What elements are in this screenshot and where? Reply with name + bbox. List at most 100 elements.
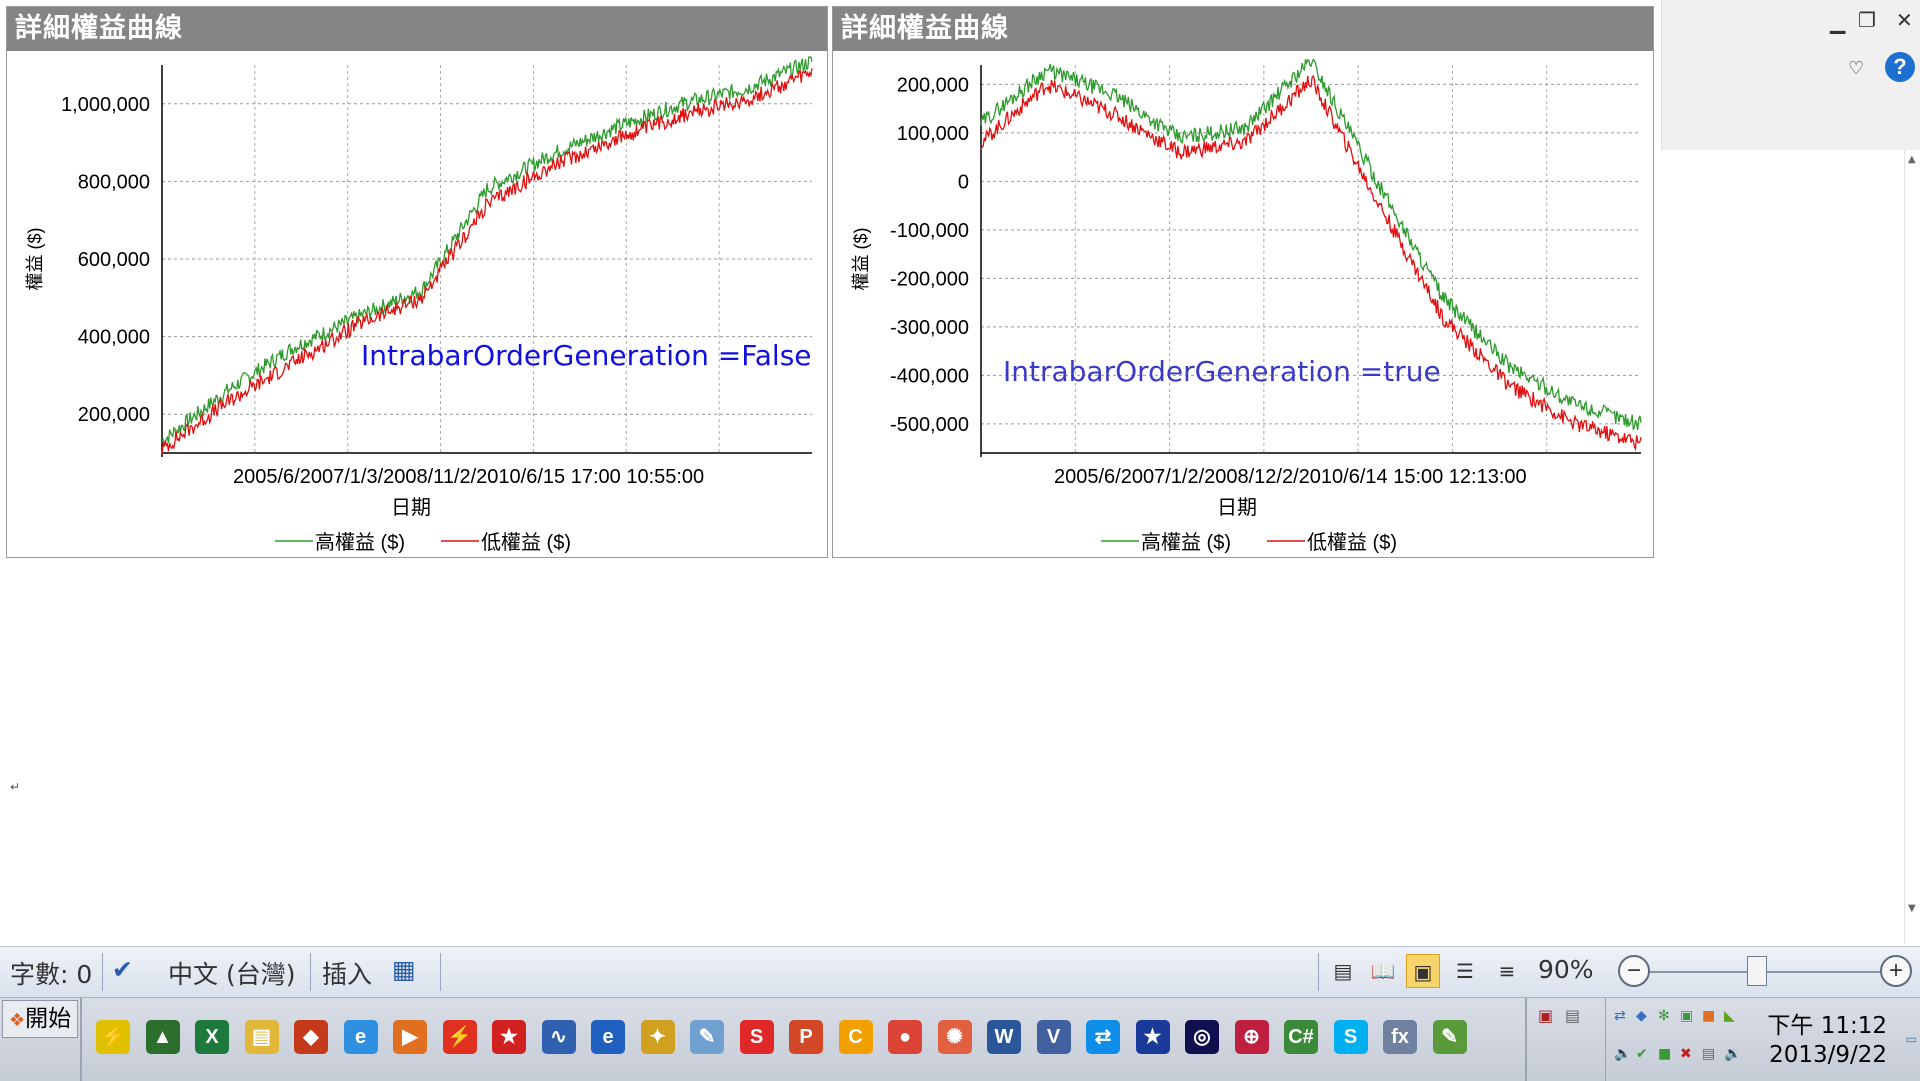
reading-view-icon[interactable]: 📖 xyxy=(1366,954,1400,988)
legend-label: 高權益 ($) xyxy=(1141,531,1231,554)
minimize-icon[interactable]: ▁ xyxy=(1830,10,1845,34)
x-axis-label: 日期 xyxy=(1217,497,1257,519)
tray-speaker-icon[interactable]: 🔉 xyxy=(1724,1046,1741,1062)
y-tick-label: 0 xyxy=(958,171,969,193)
outline-view-icon[interactable]: ☰ xyxy=(1448,954,1482,988)
divider xyxy=(440,953,441,991)
y-axis-label: 權益 ($) xyxy=(851,228,871,291)
tray-network-icon[interactable]: ⇄ xyxy=(1614,1008,1626,1024)
chart-annotation: IntrabarOrderGeneration =False xyxy=(361,339,812,372)
ribbon-area: ▁ ❐ ✕ ♡ xyxy=(1661,0,1920,150)
scroll-up-icon[interactable]: ▲ xyxy=(1908,154,1916,165)
tray-volume-icon[interactable]: 🔈 xyxy=(1614,1046,1631,1062)
y-tick-label: 100,000 xyxy=(897,123,969,145)
paragraph-mark: ↵ xyxy=(10,780,21,794)
legend-label: 高權益 ($) xyxy=(315,531,405,554)
help-icon[interactable]: ? xyxy=(1885,52,1915,82)
panel-title: 詳細權益曲線 xyxy=(833,7,1653,51)
clock-time[interactable]: 下午 11:12 xyxy=(1767,1006,1887,1040)
pinwheel-icon[interactable]: ✺ xyxy=(937,1020,972,1054)
tray-shield-icon[interactable]: ◆ xyxy=(1636,1008,1647,1024)
star-icon[interactable]: ★ xyxy=(1135,1020,1170,1054)
teamviewer-icon[interactable]: ⇄ xyxy=(1086,1020,1120,1054)
globe-icon[interactable]: ⊕ xyxy=(1234,1020,1269,1054)
media-player-icon[interactable]: ▶ xyxy=(393,1020,427,1054)
y-tick-label: 200,000 xyxy=(78,404,150,426)
y-tick-label: -500,000 xyxy=(890,414,969,436)
puzzle-icon[interactable]: ✦ xyxy=(640,1020,675,1054)
panel-title: 詳細權益曲線 xyxy=(7,7,827,51)
scroll-down-icon[interactable]: ▼ xyxy=(1908,903,1916,914)
start-button[interactable]: ❖開始 xyxy=(2,1000,79,1038)
skype-icon[interactable]: S xyxy=(1333,1020,1368,1054)
chrome-icon[interactable]: ● xyxy=(888,1020,922,1054)
paint-icon[interactable]: ✎ xyxy=(690,1020,724,1054)
word-icon[interactable]: W xyxy=(987,1020,1021,1054)
edge-icon[interactable]: e xyxy=(591,1020,625,1054)
y-tick-label: 800,000 xyxy=(78,171,150,193)
vertical-scrollbar[interactable]: ▲ ▼ xyxy=(1904,150,1920,944)
folder-icon[interactable]: ▤ xyxy=(244,1020,279,1054)
zoom-out-button[interactable]: − xyxy=(1618,955,1650,987)
x-axis-label: 日期 xyxy=(391,497,431,519)
chart-app-icon[interactable]: ∿ xyxy=(541,1020,576,1054)
y-tick-label: 400,000 xyxy=(78,327,150,349)
equity-chart-right: 200,000 100,000 0 -100,000 -200,000 -300,000 -… xyxy=(851,58,1642,554)
divider xyxy=(102,953,103,991)
show-desktop-icon[interactable]: ▭ xyxy=(1906,1032,1917,1046)
excel-icon[interactable]: X xyxy=(195,1020,229,1054)
tray-red-icon[interactable]: ✖ xyxy=(1680,1046,1692,1062)
quick-launch-icon[interactable]: ▤ xyxy=(1565,1006,1580,1025)
csharp-icon[interactable]: C# xyxy=(1284,1020,1318,1054)
zoom-slider-thumb[interactable] xyxy=(1747,956,1767,986)
print-layout-icon[interactable]: ▤ xyxy=(1326,954,1360,988)
ie-icon[interactable]: e xyxy=(343,1020,378,1054)
close-icon[interactable]: ✕ xyxy=(1896,8,1913,32)
windows-logo-icon: ❖ xyxy=(9,1010,26,1031)
tray-orange-icon[interactable]: ■ xyxy=(1702,1008,1715,1024)
word-count[interactable]: 字數: 0 xyxy=(10,955,92,991)
tray-nvidia-icon[interactable]: ◣ xyxy=(1724,1008,1735,1024)
quick-launch-icon[interactable]: ▣ xyxy=(1538,1006,1553,1025)
status-bar: 字數: 0 ✔ 中文 (台灣) 插入 ▦ ▤ 📖 ▣ ☰ ≡ 90% − + xyxy=(0,946,1920,997)
web-layout-icon[interactable]: ▣ xyxy=(1406,954,1440,988)
y-tick-label: -300,000 xyxy=(890,317,969,339)
cube-icon[interactable]: ◆ xyxy=(294,1020,328,1054)
draft-view-icon[interactable]: ≡ xyxy=(1490,954,1524,988)
flash-icon[interactable]: ⚡ xyxy=(96,1020,130,1054)
taskbar-divider xyxy=(80,998,82,1081)
y-axis-label: 權益 ($) xyxy=(25,228,45,291)
fx-icon[interactable]: fx xyxy=(1383,1020,1417,1054)
clock-date[interactable]: 2013/9/22 xyxy=(1769,1042,1887,1068)
y-tick-label: -200,000 xyxy=(890,268,969,290)
tray-check-icon[interactable]: ✔ xyxy=(1636,1046,1648,1062)
zoom-level[interactable]: 90% xyxy=(1538,955,1594,984)
taskbar-divider xyxy=(1525,998,1527,1081)
c-app-icon[interactable]: C xyxy=(838,1020,873,1054)
powerpoint-icon[interactable]: P xyxy=(789,1020,823,1054)
system-tray: ⇄ ◆ ✻ ▣ ■ ◣ 🔈 ✔ ■ ✖ ▤ 🔉 下午 11:12 2013/9/… xyxy=(1605,998,1920,1081)
tray-sync-icon[interactable]: ✻ xyxy=(1658,1008,1670,1024)
tray-printer-icon[interactable]: ▤ xyxy=(1702,1046,1715,1062)
language-indicator[interactable]: 中文 (台灣) xyxy=(168,955,295,991)
y-tick-label: -100,000 xyxy=(890,220,969,242)
dollar-icon[interactable]: S xyxy=(739,1020,774,1054)
zoom-in-button[interactable]: + xyxy=(1880,955,1912,987)
legend-label: 低權益 ($) xyxy=(481,531,571,554)
new-app-icon[interactable]: ★ xyxy=(492,1020,526,1054)
restore-icon[interactable]: ❐ xyxy=(1858,8,1876,32)
macro-icon[interactable]: ▦ xyxy=(392,955,416,984)
y-tick-label: 1,000,000 xyxy=(61,94,150,116)
proofing-icon[interactable]: ✔ xyxy=(112,955,133,984)
insert-mode[interactable]: 插入 xyxy=(322,955,372,991)
tray-app-icon[interactable]: ▣ xyxy=(1680,1008,1693,1024)
concord-icon[interactable]: ◎ xyxy=(1185,1020,1219,1054)
x-tick-label: 2005/6/2007/1/2/2008/12/2/2010/6/14 15:0… xyxy=(1054,466,1527,488)
evernote-icon[interactable]: ✎ xyxy=(1432,1020,1467,1054)
lightning-icon[interactable]: ⚡ xyxy=(442,1020,477,1054)
tray-green-icon[interactable]: ■ xyxy=(1658,1046,1671,1062)
heart-icon[interactable]: ♡ xyxy=(1848,58,1864,79)
stock-chart-icon[interactable]: ▲ xyxy=(145,1020,180,1054)
divider xyxy=(310,953,311,991)
vb-icon[interactable]: V xyxy=(1036,1020,1071,1054)
